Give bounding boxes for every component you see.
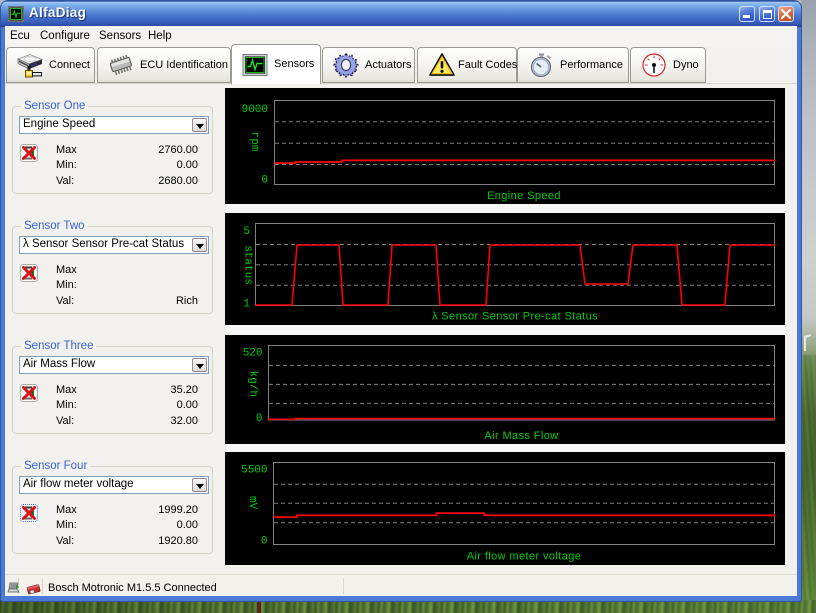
svg-text:Air flow meter voltage: Air flow meter voltage [467, 551, 582, 563]
svg-text:Engine Speed: Engine Speed [487, 190, 561, 202]
svg-text:5: 5 [243, 226, 250, 238]
svg-text:kg/h: kg/h [247, 371, 259, 397]
svg-text:rpm: rpm [248, 132, 260, 152]
svg-text:9000: 9000 [242, 104, 268, 116]
svg-text:0: 0 [256, 413, 263, 425]
svg-text:5500: 5500 [241, 465, 267, 477]
svg-text:Air Mass Flow: Air Mass Flow [484, 430, 558, 442]
svg-text:mV: mV [246, 496, 258, 510]
svg-text:1: 1 [243, 299, 250, 311]
svg-text:0: 0 [261, 175, 268, 187]
svg-text:λ Sensor Sensor Pre-cat Status: λ Sensor Sensor Pre-cat Status [432, 311, 598, 323]
svg-text:0: 0 [261, 536, 268, 548]
svg-text:520: 520 [243, 348, 263, 360]
svg-text:status: status [242, 245, 254, 285]
